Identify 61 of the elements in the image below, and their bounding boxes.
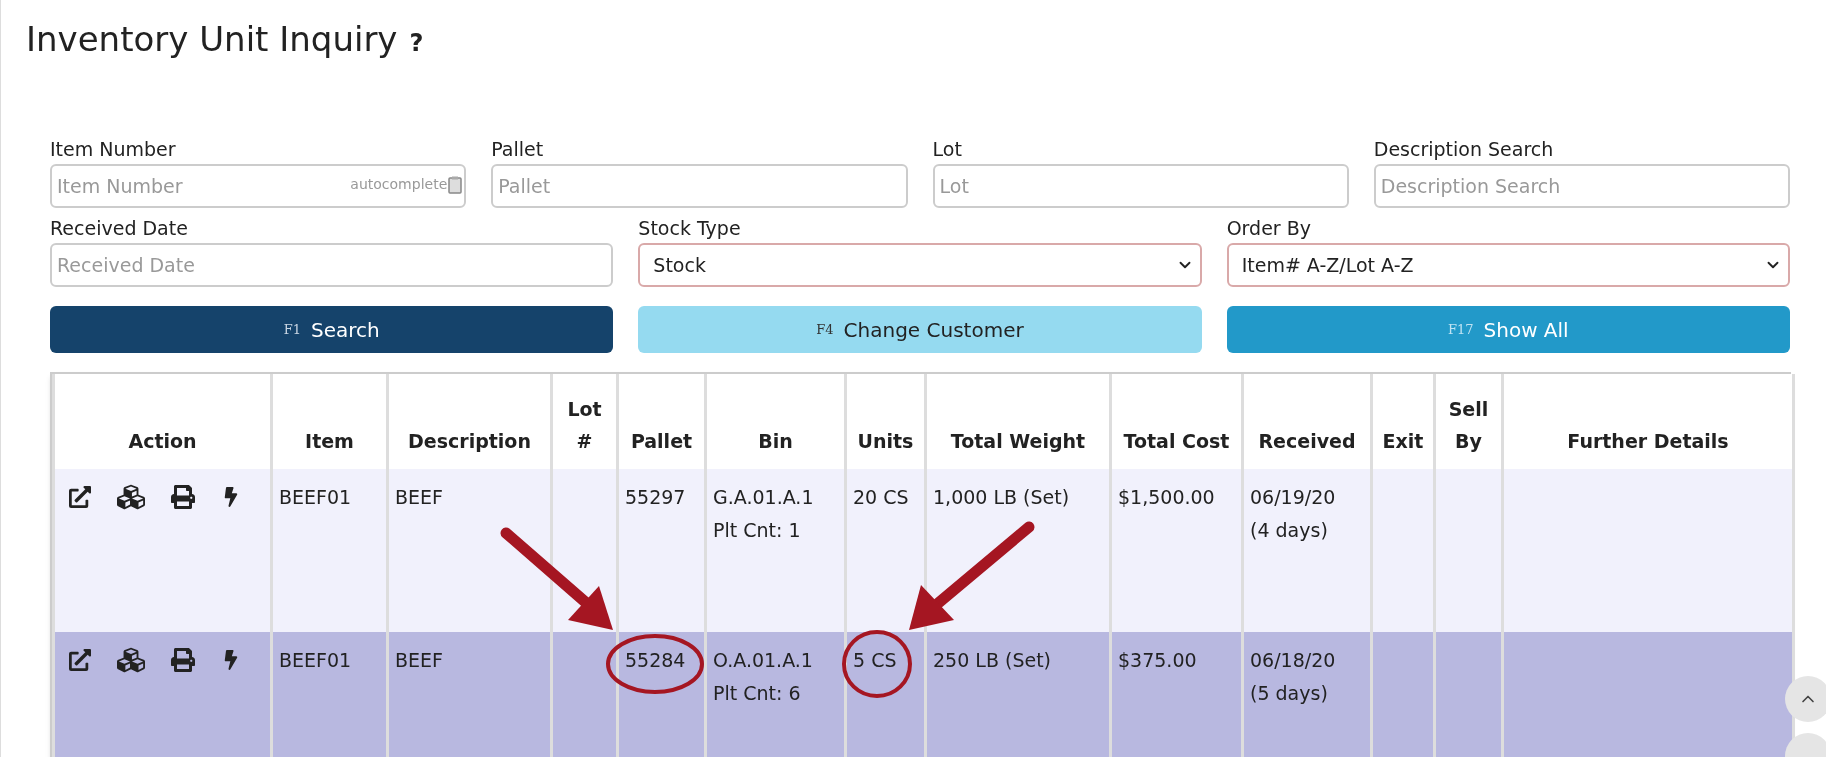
table-cell: $375.00 bbox=[1118, 649, 1197, 671]
column-header[interactable]: Item bbox=[305, 425, 354, 457]
external-link-icon[interactable] bbox=[69, 649, 91, 671]
table-cell: 55284 bbox=[625, 649, 686, 671]
table-cell-text: O.A.01.A.1 bbox=[713, 648, 813, 673]
field-label: Pallet bbox=[491, 137, 544, 161]
printer-icon[interactable] bbox=[171, 485, 195, 509]
action-button[interactable]: F1 Search bbox=[50, 306, 614, 353]
table-cell: BEEF01 bbox=[279, 649, 352, 671]
table-cell: 5 CS bbox=[853, 649, 897, 671]
table-row[interactable]: BEEF01 BEEF 55284 O.A.01.A.1 Plt Cnt: 6 5 CS 250 LB (Set) $375.00 06/18/20 (5 days) bbox=[53, 632, 1794, 757]
table-cell: 1,000 LB (Set) bbox=[933, 486, 1070, 508]
table-cell: $1,500.00 bbox=[1118, 486, 1215, 508]
column-header[interactable]: Description bbox=[408, 425, 531, 457]
input-field[interactable]: Received Date bbox=[50, 243, 614, 287]
field-label: Order By bbox=[1226, 216, 1311, 240]
field-label: Item Number bbox=[50, 137, 176, 161]
column-header[interactable]: Received bbox=[1258, 425, 1356, 457]
printer-icon[interactable] bbox=[171, 648, 195, 672]
table-cell-text: (5 days) bbox=[1250, 681, 1328, 706]
clipboard-icon bbox=[448, 175, 463, 194]
table-cell-text: Plt Cnt: 1 bbox=[713, 518, 801, 543]
input-field[interactable]: Lot bbox=[932, 164, 1349, 208]
column-header[interactable]: Sell By bbox=[1440, 393, 1497, 457]
table-cell: 55297 bbox=[625, 486, 686, 508]
column-header[interactable]: Total Cost bbox=[1123, 425, 1230, 457]
column-header[interactable]: Pallet bbox=[630, 425, 693, 457]
table-cell: BEEF bbox=[395, 486, 443, 508]
select-field[interactable]: Item# A-Z/Lot A-Z bbox=[1226, 243, 1790, 287]
column-header[interactable]: Action bbox=[128, 425, 197, 457]
field-label: Received Date bbox=[50, 216, 188, 240]
column-header[interactable]: Further Details bbox=[1567, 425, 1729, 457]
column-header[interactable]: Total Weight bbox=[950, 425, 1086, 457]
input-field[interactable]: Description Search bbox=[1373, 164, 1790, 208]
table-cell: BEEF bbox=[395, 649, 443, 671]
input-field[interactable]: Pallet bbox=[491, 164, 908, 208]
annotation-circle bbox=[842, 630, 912, 698]
page-title: Inventory Unit Inquiry bbox=[26, 18, 398, 61]
table-cell-text: 06/19/20 bbox=[1250, 485, 1336, 510]
field-label: Lot bbox=[932, 137, 962, 161]
table-cell: 20 CS bbox=[853, 486, 909, 508]
table-cell-text: G.A.01.A.1 bbox=[713, 485, 814, 510]
autocomplete-hint: autocomplete bbox=[350, 175, 448, 194]
column-header[interactable]: Lot # bbox=[557, 393, 612, 457]
column-header[interactable]: Bin bbox=[758, 425, 793, 457]
table-cell-text: (4 days) bbox=[1250, 518, 1328, 543]
field-label: Description Search bbox=[1373, 137, 1554, 161]
cubes-icon[interactable] bbox=[117, 646, 145, 674]
select-field[interactable]: Stock bbox=[638, 243, 1202, 287]
external-link-icon[interactable] bbox=[69, 486, 91, 508]
table-row[interactable]: BEEF01 BEEF 55297 G.A.01.A.1 Plt Cnt: 1 20 CS 1,000 LB (Set) $1,500.00 06/19/20 (4 days) bbox=[53, 469, 1794, 632]
table-cell-text: Plt Cnt: 6 bbox=[713, 681, 801, 706]
table-cell-text: 06/18/20 bbox=[1250, 648, 1336, 673]
column-header[interactable]: Exit bbox=[1382, 425, 1424, 457]
cubes-icon[interactable] bbox=[117, 483, 145, 511]
help-link[interactable]: ? bbox=[409, 25, 424, 61]
table-cell: 250 LB (Set) bbox=[933, 649, 1051, 671]
action-button[interactable]: F4 Change Customer bbox=[638, 306, 1202, 353]
column-header[interactable]: Units bbox=[857, 425, 914, 457]
table-cell: BEEF01 bbox=[279, 486, 352, 508]
field-label: Stock Type bbox=[638, 216, 741, 240]
